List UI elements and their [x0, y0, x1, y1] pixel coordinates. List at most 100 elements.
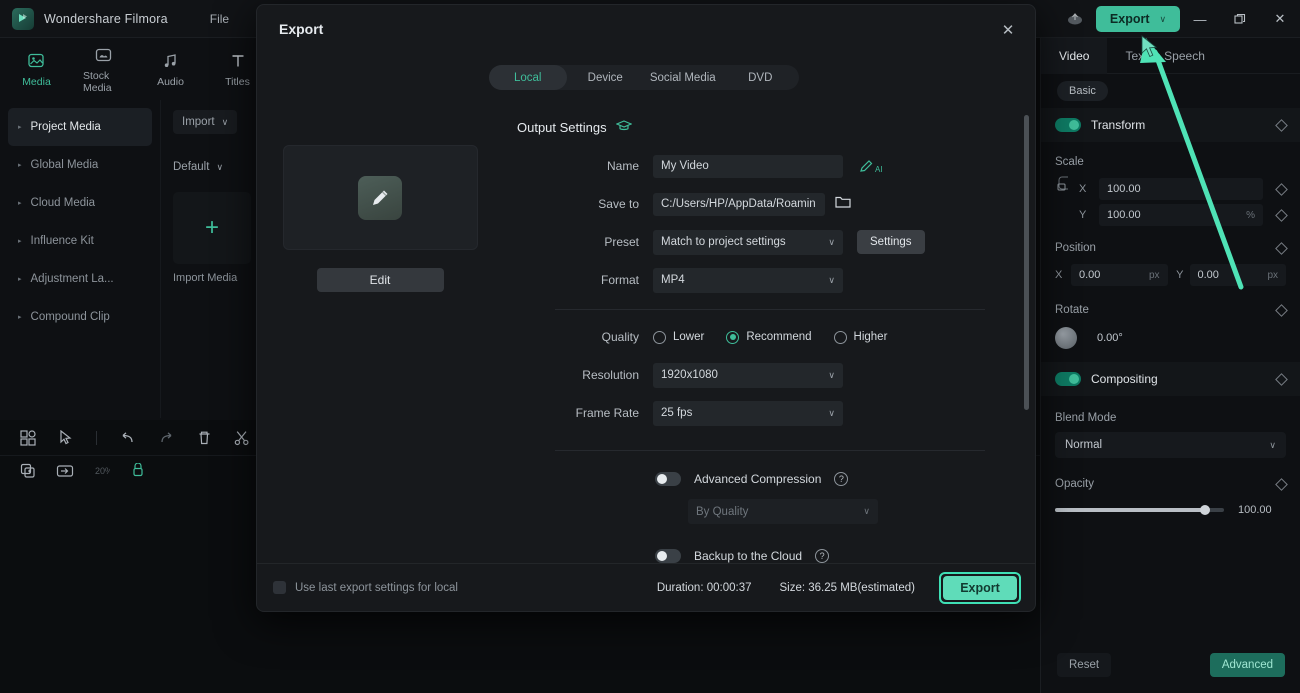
dialog-tab-device[interactable]: Device	[567, 65, 645, 90]
lock-icon[interactable]	[1055, 174, 1071, 205]
opacity-slider[interactable]	[1055, 505, 1224, 515]
keyframe-diamond-icon[interactable]	[1275, 182, 1288, 196]
sidebar-item-adjustment-layer[interactable]: ▸ Adjustment La...	[8, 260, 152, 298]
position-y-field[interactable]: 0.00 px	[1189, 264, 1286, 286]
close-button[interactable]: ✕	[1260, 0, 1300, 38]
dialog-tab-local[interactable]: Local	[489, 65, 567, 90]
advanced-button[interactable]: Advanced	[1209, 653, 1285, 677]
tab-video[interactable]: Video	[1041, 37, 1108, 74]
delete-trash-icon[interactable]	[197, 430, 212, 446]
dialog-tab-social-media[interactable]: Social Media	[644, 65, 722, 90]
rotate-value: 0.00°	[1097, 332, 1123, 344]
chevron-down-icon: ∨	[828, 236, 835, 247]
grid-layout-icon[interactable]	[20, 429, 36, 446]
help-icon[interactable]: ?	[834, 472, 849, 486]
media-tab-media[interactable]: Media	[16, 51, 57, 88]
preset-label: Preset	[604, 235, 639, 249]
position-x-unit: px	[1148, 269, 1160, 281]
use-last-settings-checkbox[interactable]	[273, 581, 286, 594]
sidebar-item-project-media[interactable]: ▸ Project Media	[8, 108, 152, 146]
media-tab-stock-media[interactable]: Stock Media	[83, 45, 124, 94]
import-media-dropzone[interactable]: +	[173, 192, 251, 264]
minimize-button[interactable]: —	[1180, 0, 1220, 38]
dialog-scrollbar[interactable]	[1024, 115, 1029, 410]
ai-badge: AI	[875, 164, 883, 174]
radio-circle-selected-icon	[726, 330, 740, 344]
zoom-fit-icon[interactable]: 20%	[94, 463, 113, 484]
saveto-input[interactable]: C:/Users/HP/AppData/Roamin	[653, 192, 825, 216]
opacity-group: Opacity 100.00	[1041, 470, 1300, 522]
name-input[interactable]: My Video	[653, 154, 843, 178]
dialog-tab-dvd[interactable]: DVD	[722, 65, 800, 90]
select-cursor-icon[interactable]	[58, 429, 74, 446]
scale-x-field[interactable]: 100.00	[1099, 178, 1263, 200]
transform-toggle[interactable]	[1055, 118, 1081, 132]
keyframe-diamond-icon[interactable]	[1275, 303, 1288, 317]
settings-button[interactable]: Settings	[857, 230, 925, 254]
sidebar-item-label: Project Media	[30, 121, 101, 133]
media-tab-audio[interactable]: Audio	[150, 51, 191, 88]
reset-button[interactable]: Reset	[1057, 653, 1112, 677]
sidebar-item-influence-kit[interactable]: ▸ Influence Kit	[8, 222, 152, 260]
preset-value: Match to project settings	[661, 236, 786, 248]
keyframe-diamond-icon[interactable]	[1275, 372, 1288, 386]
subtab-basic[interactable]: Basic	[1057, 81, 1108, 101]
compositing-toggle[interactable]	[1055, 372, 1081, 386]
export-button[interactable]: Export	[943, 575, 1017, 600]
resolution-value: 1920x1080	[661, 369, 718, 381]
format-row: Format MP4 ∨	[503, 261, 997, 299]
help-icon[interactable]: ?	[815, 549, 830, 563]
tab-text-to-speech[interactable]: Text to Speech	[1107, 38, 1222, 74]
section-label: Compositing	[1091, 372, 1158, 386]
backup-cloud-toggle[interactable]	[655, 549, 681, 563]
quality-label: Quality	[601, 330, 639, 344]
quality-option-higher[interactable]: Higher	[833, 330, 887, 344]
chevron-right-icon: ▸	[18, 124, 22, 131]
dialog-close-button[interactable]: ✕	[995, 17, 1021, 43]
edit-button[interactable]: Edit	[316, 268, 444, 292]
media-tab-titles[interactable]: Titles	[217, 51, 258, 88]
titlebar-export-button[interactable]: Export ∨	[1096, 6, 1180, 32]
resolution-select[interactable]: 1920x1080 ∨	[653, 362, 843, 388]
quality-option-lower[interactable]: Lower	[653, 330, 704, 344]
keyframe-diamond-icon[interactable]	[1275, 118, 1288, 132]
advanced-compression-toggle[interactable]	[655, 472, 681, 486]
scale-y-field[interactable]: 100.00 %	[1099, 204, 1263, 226]
menu-file[interactable]: File	[210, 12, 229, 26]
restore-button[interactable]	[1220, 0, 1260, 38]
blend-mode-select[interactable]: Normal ∨	[1055, 432, 1286, 458]
format-select[interactable]: MP4 ∨	[653, 267, 843, 293]
sidebar-item-cloud-media[interactable]: ▸ Cloud Media	[8, 184, 152, 222]
quality-option-label: Recommend	[746, 331, 812, 343]
copy-clip-icon[interactable]	[20, 463, 36, 484]
import-button[interactable]: Import ∨	[173, 110, 238, 134]
folder-icon[interactable]	[835, 195, 851, 214]
marker-in-icon[interactable]	[56, 463, 74, 484]
keyframe-diamond-icon[interactable]	[1275, 208, 1288, 222]
rotate-dial[interactable]	[1055, 327, 1077, 349]
import-media-caption: Import Media	[173, 272, 238, 284]
preset-select[interactable]: Match to project settings ∨	[653, 229, 843, 255]
ai-pen-icon[interactable]: AI	[859, 159, 883, 174]
redo-icon[interactable]	[158, 430, 175, 446]
keyframe-diamond-icon[interactable]	[1275, 477, 1288, 491]
position-x-label: X	[1055, 269, 1063, 281]
quality-option-recommend[interactable]: Recommend	[726, 330, 812, 344]
framerate-select[interactable]: 25 fps ∨	[653, 400, 843, 426]
sidebar-item-global-media[interactable]: ▸ Global Media	[8, 146, 152, 184]
output-settings-title: Output Settings	[517, 119, 997, 135]
cloud-icon[interactable]	[1062, 6, 1088, 32]
scissors-cut-icon[interactable]	[234, 430, 250, 446]
position-x-field[interactable]: 0.00 px	[1071, 264, 1168, 286]
chevron-down-icon: ∨	[828, 407, 835, 418]
chevron-right-icon: ▸	[18, 276, 22, 283]
link-unlink-icon[interactable]	[130, 461, 146, 484]
resolution-row: Resolution 1920x1080 ∨	[503, 356, 997, 394]
keyframe-diamond-icon[interactable]	[1275, 241, 1288, 255]
rotate-field[interactable]: 0.00°	[1089, 327, 1286, 349]
graduation-cap-icon[interactable]	[615, 119, 633, 135]
sidebar-item-compound-clip[interactable]: ▸ Compound Clip	[8, 298, 152, 336]
sort-button[interactable]: Default ∨	[173, 156, 223, 178]
undo-icon[interactable]	[119, 430, 136, 446]
media-tab-label: Stock Media	[83, 69, 112, 94]
